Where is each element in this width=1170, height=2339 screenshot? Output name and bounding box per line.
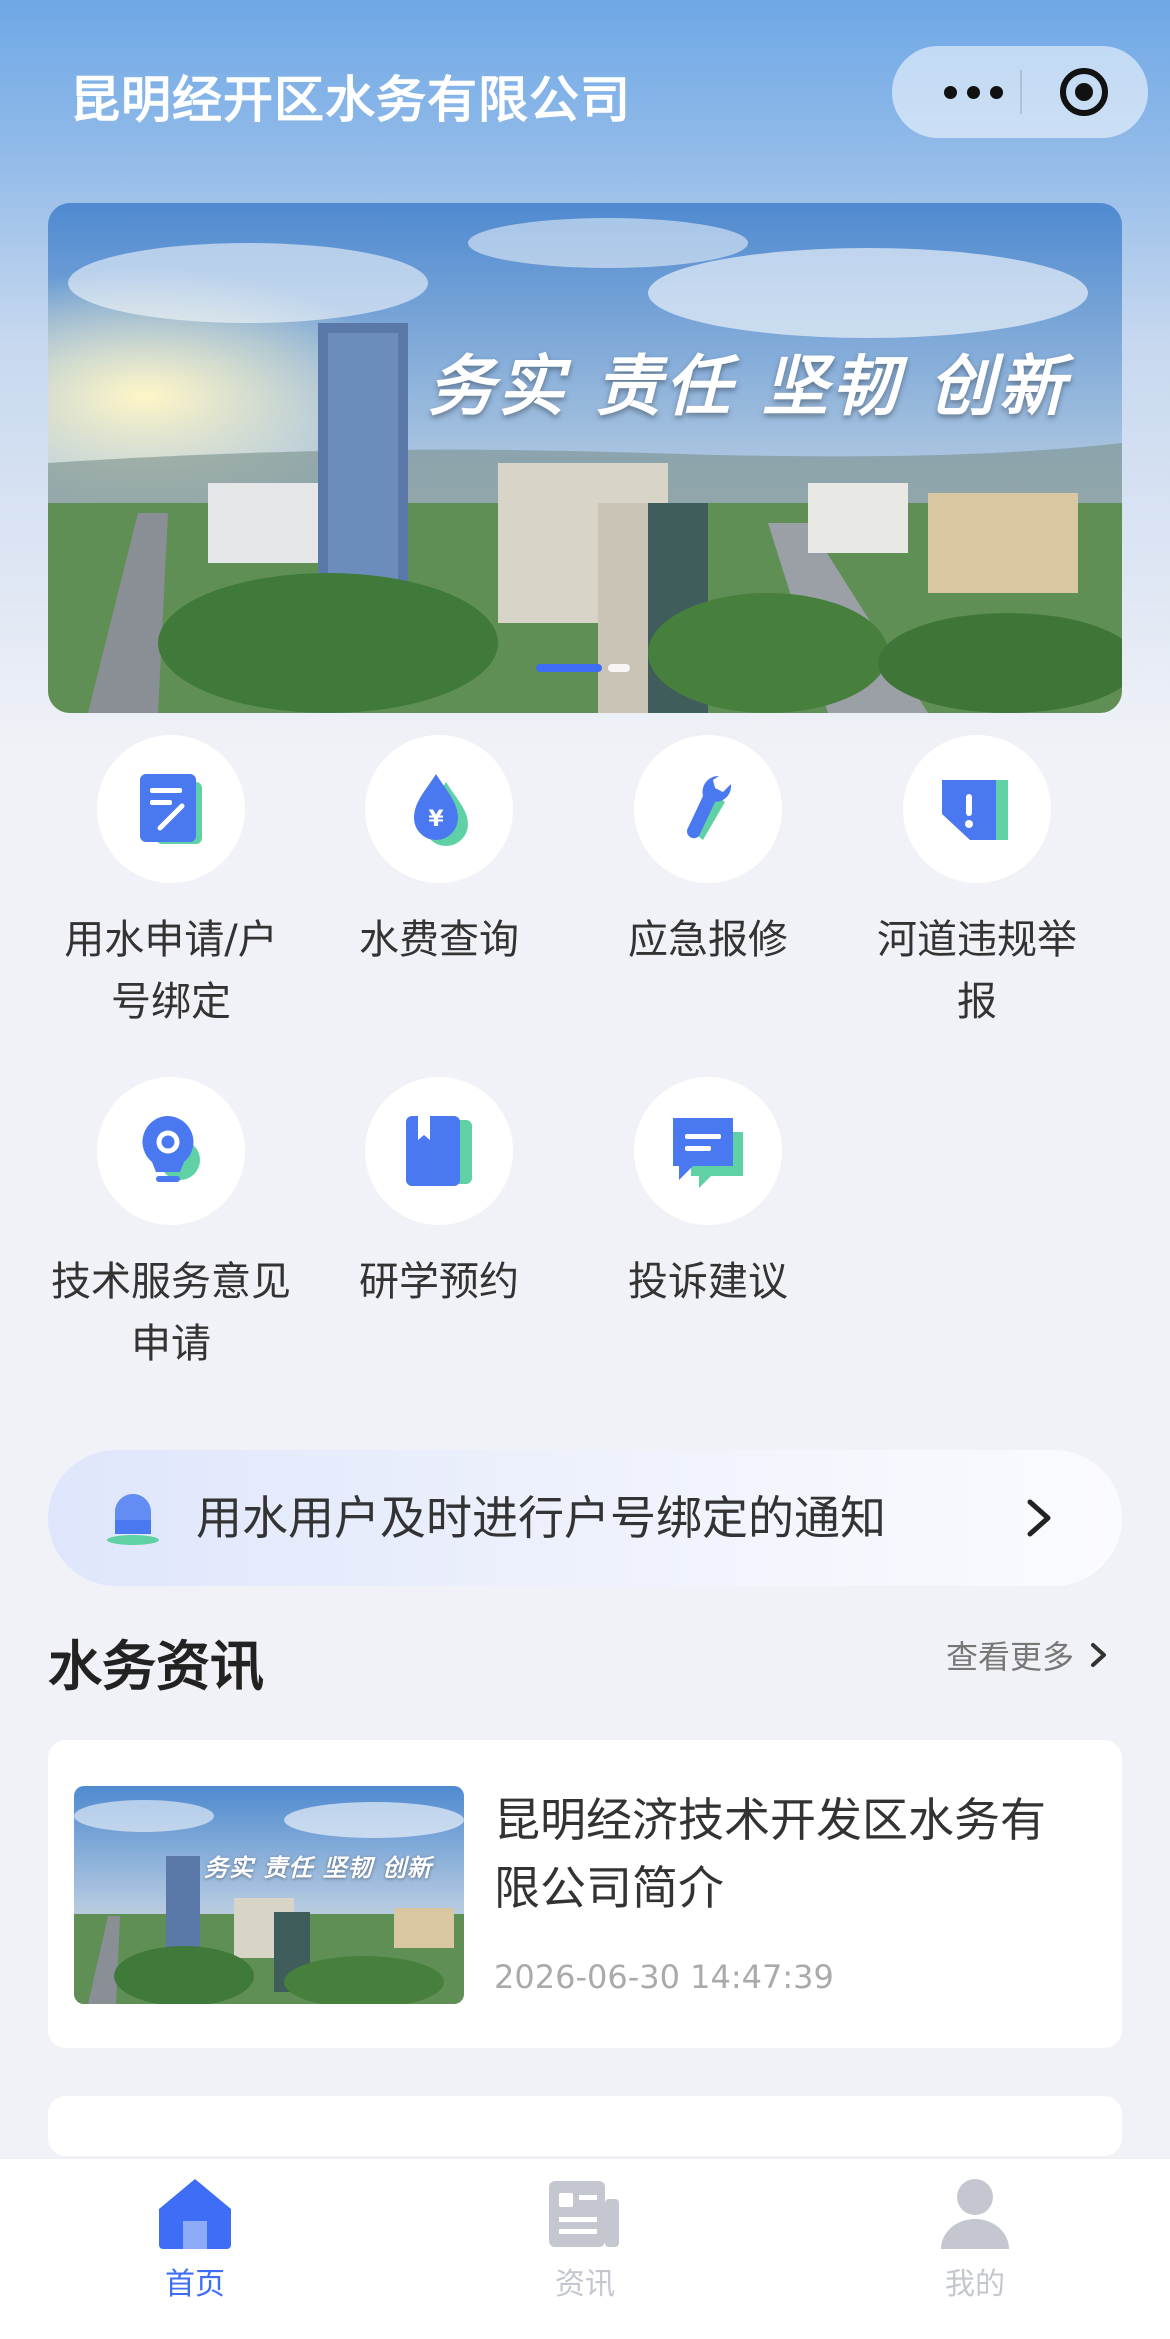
service-label: 技术服务意见 申请 [51,1259,291,1367]
lightbulb-gear-icon [142,1115,200,1182]
service-icon-wrap [634,1077,782,1225]
target-circle-icon[interactable] [1058,66,1110,118]
banner-slogan: 务实 责任 坚韧 创新 [428,348,1069,425]
news-section-title: 水务资讯 [48,1635,264,1698]
service-icon-wrap [97,735,245,883]
carousel-indicator [536,664,630,672]
service-label: 投诉建议 [628,1259,788,1305]
service-label: 应急报修 [628,917,788,963]
form-edit-icon [140,774,202,844]
svg-text:¥: ¥ [428,807,444,832]
service-study-reservation[interactable]: 研学预约 [319,1077,559,1313]
service-label: 水费查询 [359,917,519,963]
header: 昆明经开区水务有限公司 [0,0,1170,190]
news-card[interactable] [48,2096,1122,2156]
tab-home[interactable]: 首页 [95,2175,295,2303]
tab-label: 首页 [165,2267,225,2302]
service-emergency-repair[interactable]: 应急报修 [588,735,828,971]
indicator-active [536,664,602,672]
service-label: 河道违规举报 [877,917,1077,1025]
service-label: 研学预约 [359,1259,519,1305]
home-icon [159,2179,231,2249]
news-thumbnail: 务实 责任 坚韧 创新 [74,1786,464,2004]
service-river-report[interactable]: 河道违规举报 [857,735,1097,1033]
news-card[interactable]: 务实 责任 坚韧 创新 昆明经济技术开发区水务有限公司简介 2026-06-30… [48,1740,1122,2048]
service-icon-wrap [634,735,782,883]
banner-image [48,203,1122,713]
water-drop-yen-icon: ¥ [414,774,468,846]
service-water-application[interactable]: 用水申请/户 号绑定 [51,735,291,1033]
service-icon-wrap [365,1077,513,1225]
bell-icon [107,1494,159,1545]
service-icon-wrap [903,735,1051,883]
service-label: 用水申请/户 号绑定 [64,917,278,1025]
notice-text: 用水用户及时进行户号绑定的通知 [196,1491,886,1545]
capsule-divider [1020,70,1022,114]
tab-mine[interactable]: 我的 [875,2175,1075,2303]
service-icon-wrap: ¥ [365,735,513,883]
service-complaint[interactable]: 投诉建议 [588,1077,828,1313]
chevron-right-icon [1091,1643,1107,1667]
mini-program-capsule [892,46,1148,138]
tab-bar: 首页 资讯 我的 [0,2158,1170,2339]
tab-label: 我的 [945,2267,1005,2302]
view-more-link[interactable]: 查看更多 [946,1632,1110,1678]
service-icon-wrap [97,1077,245,1225]
more-dots-icon[interactable] [928,74,1018,110]
news-icon [549,2181,619,2247]
indicator-inactive [608,664,630,672]
chat-bubble-icon [673,1118,743,1188]
service-fee-query[interactable]: ¥ 水费查询 [319,735,559,971]
banner-carousel[interactable]: 务实 责任 坚韧 创新 [48,203,1122,713]
report-flag-icon [942,780,1008,840]
chevron-right-icon [1027,1499,1051,1537]
wrench-icon [686,775,732,840]
notice-bar[interactable]: 用水用户及时进行户号绑定的通知 [48,1450,1122,1586]
user-icon [941,2179,1009,2249]
tab-news[interactable]: 资讯 [485,2175,685,2303]
tab-label: 资讯 [555,2267,615,2302]
news-time: 2026-06-30 14:47:39 [494,1958,834,1996]
app-title: 昆明经开区水务有限公司 [70,71,631,129]
news-thumb-slogan: 务实 责任 坚韧 创新 [204,1854,433,1882]
news-title: 昆明经济技术开发区水务有限公司简介 [494,1793,1046,1915]
book-icon [406,1116,472,1186]
service-tech-opinion[interactable]: 技术服务意见 申请 [51,1077,291,1375]
view-more-label: 查看更多 [946,1638,1075,1676]
